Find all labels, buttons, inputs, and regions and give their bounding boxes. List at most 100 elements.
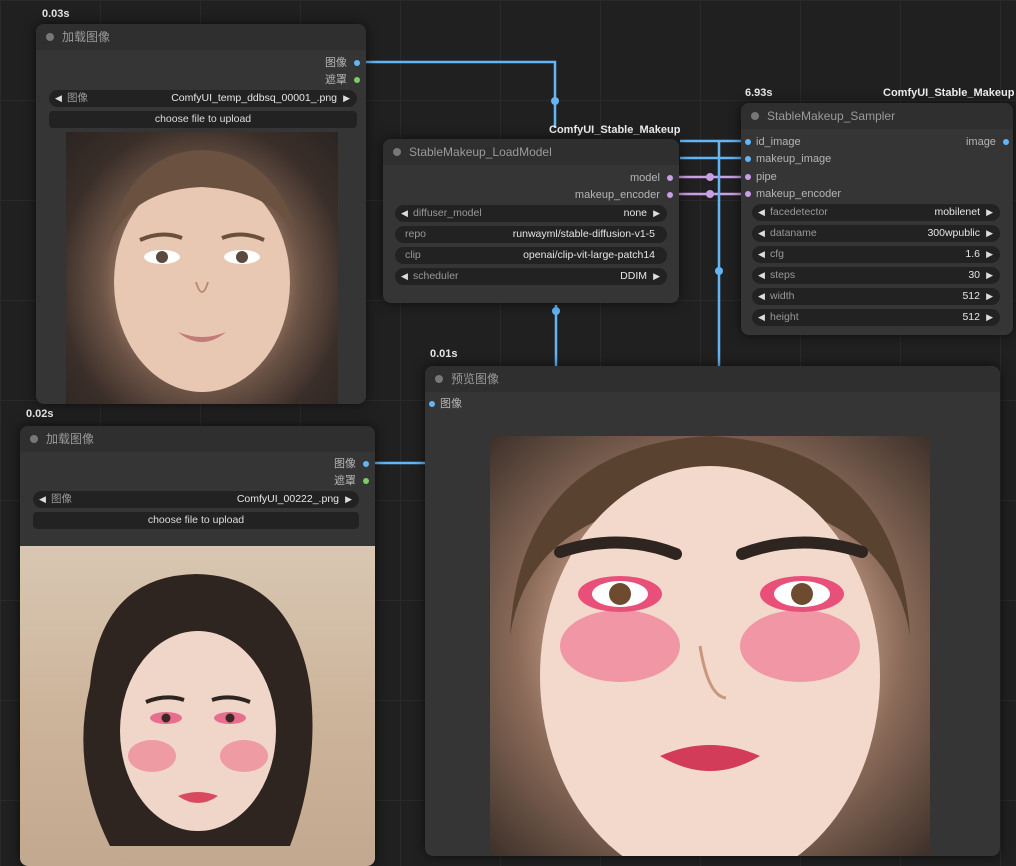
- slot-dot-icon[interactable]: [667, 192, 673, 199]
- width-number-field[interactable]: ◀ width 512 ▶: [752, 288, 1000, 305]
- node-collapse-dot-icon[interactable]: [751, 112, 759, 120]
- arrow-left-icon[interactable]: ◀: [758, 246, 765, 263]
- slot-dot-icon[interactable]: [354, 77, 360, 84]
- output-slot-label: makeup_encoder: [574, 189, 660, 201]
- node-collapse-dot-icon[interactable]: [435, 375, 443, 383]
- upload-button[interactable]: choose file to upload: [49, 111, 357, 128]
- load-image-node-2[interactable]: 加载图像 图像 遮罩 ◀ 图像 ComfyUI_00222_.png ▶ cho…: [20, 426, 375, 866]
- arrow-left-icon[interactable]: ◀: [401, 205, 408, 222]
- widget-label: cfg: [770, 248, 785, 260]
- height-number-field[interactable]: ◀ height 512 ▶: [752, 309, 1000, 326]
- slot-dot-icon[interactable]: [667, 175, 673, 182]
- input-slot-label: id_image: [756, 136, 801, 148]
- output-slot-image[interactable]: 图像: [249, 456, 369, 472]
- output-slot-label: 遮罩: [333, 475, 356, 487]
- scheduler-combo[interactable]: ◀ scheduler DDIM ▶: [395, 268, 667, 285]
- repo-text-field[interactable]: repo runwayml/stable-diffusion-v1-5: [395, 226, 667, 243]
- arrow-right-icon[interactable]: ▶: [653, 205, 660, 222]
- widget-value: 512: [962, 311, 980, 323]
- node-collapse-dot-icon[interactable]: [46, 33, 54, 41]
- input-slot-label: makeup_encoder: [756, 188, 842, 200]
- arrow-right-icon[interactable]: ▶: [986, 204, 993, 221]
- image-preview-girl: [66, 132, 338, 404]
- upload-button[interactable]: choose file to upload: [33, 512, 359, 529]
- slot-dot-icon[interactable]: [429, 401, 435, 408]
- steps-number-field[interactable]: ◀ steps 30 ▶: [752, 267, 1000, 284]
- node-title: StableMakeup_LoadModel: [409, 145, 552, 159]
- widget-value: ComfyUI_temp_ddbsq_00001_.png: [171, 92, 337, 104]
- output-slot-model[interactable]: model: [513, 170, 673, 186]
- input-slot-makeup-encoder[interactable]: makeup_encoder: [745, 186, 841, 202]
- slot-dot-icon[interactable]: [363, 461, 369, 468]
- facedetector-combo[interactable]: ◀ facedetector mobilenet ▶: [752, 204, 1000, 221]
- timing-label-load-image-1: 0.03s: [42, 8, 70, 20]
- arrow-right-icon[interactable]: ▶: [343, 90, 350, 107]
- widget-label: facedetector: [770, 206, 828, 218]
- node-collapse-dot-icon[interactable]: [30, 435, 38, 443]
- slot-dot-icon[interactable]: [1003, 139, 1009, 146]
- load-image-node-1[interactable]: 加载图像 图像 遮罩 ◀ 图像 ComfyUI_temp_ddbsq_00001…: [36, 24, 366, 404]
- arrow-left-icon[interactable]: ◀: [55, 90, 62, 107]
- wire-image1-to-sampler: [362, 60, 557, 128]
- widget-value: 300wpublic: [927, 227, 980, 239]
- arrow-left-icon[interactable]: ◀: [758, 267, 765, 284]
- widget-label: steps: [770, 269, 796, 281]
- widget-value: mobilenet: [934, 206, 980, 218]
- output-slot-label: 图像: [324, 57, 347, 69]
- arrow-left-icon[interactable]: ◀: [758, 225, 765, 242]
- node-title: 加载图像: [62, 30, 111, 44]
- output-slot-mask[interactable]: 遮罩: [249, 473, 369, 489]
- clip-text-field[interactable]: clip openai/clip-vit-large-patch14: [395, 247, 667, 264]
- arrow-left-icon[interactable]: ◀: [39, 491, 46, 508]
- node-collapse-dot-icon[interactable]: [393, 148, 401, 156]
- widget-label: width: [770, 290, 795, 302]
- node-title-bar[interactable]: 加载图像: [36, 24, 366, 50]
- widget-label: 图像: [67, 92, 88, 104]
- arrow-right-icon[interactable]: ▶: [986, 225, 993, 242]
- slot-dot-icon[interactable]: [745, 139, 751, 146]
- arrow-left-icon[interactable]: ◀: [758, 288, 765, 305]
- dataname-combo[interactable]: ◀ dataname 300wpublic ▶: [752, 225, 1000, 242]
- node-title-bar[interactable]: 加载图像: [20, 426, 375, 452]
- output-slot-makeup-encoder[interactable]: makeup_encoder: [513, 187, 673, 203]
- stablemakeup-loadmodel-node[interactable]: StableMakeup_LoadModel model makeup_enco…: [383, 139, 679, 303]
- input-slot-image[interactable]: 图像: [429, 396, 462, 412]
- arrow-right-icon[interactable]: ▶: [986, 267, 993, 284]
- output-slot-image[interactable]: image: [929, 134, 1009, 150]
- widget-value: 512: [962, 290, 980, 302]
- arrow-left-icon[interactable]: ◀: [758, 309, 765, 326]
- slot-dot-icon[interactable]: [363, 478, 369, 485]
- image-file-combo[interactable]: ◀ 图像 ComfyUI_temp_ddbsq_00001_.png ▶: [49, 90, 357, 107]
- input-slot-makeup-image[interactable]: makeup_image: [745, 151, 831, 167]
- arrow-right-icon[interactable]: ▶: [986, 246, 993, 263]
- cfg-number-field[interactable]: ◀ cfg 1.6 ▶: [752, 246, 1000, 263]
- input-slot-pipe[interactable]: pipe: [745, 169, 777, 185]
- slot-dot-icon[interactable]: [745, 174, 751, 181]
- arrow-right-icon[interactable]: ▶: [986, 309, 993, 326]
- face-illustration: [106, 150, 302, 392]
- image-preview-result: [490, 436, 930, 856]
- image-file-combo[interactable]: ◀ 图像 ComfyUI_00222_.png ▶: [33, 491, 359, 508]
- arrow-left-icon[interactable]: ◀: [401, 268, 408, 285]
- arrow-right-icon[interactable]: ▶: [986, 288, 993, 305]
- slot-dot-icon[interactable]: [745, 191, 751, 198]
- arrow-right-icon[interactable]: ▶: [345, 491, 352, 508]
- widget-label: 图像: [51, 493, 72, 505]
- face-illustration: [83, 574, 313, 846]
- arrow-left-icon[interactable]: ◀: [758, 204, 765, 221]
- slot-dot-icon[interactable]: [354, 60, 360, 67]
- diffuser-model-combo[interactable]: ◀ diffuser_model none ▶: [395, 205, 667, 222]
- slot-dot-icon[interactable]: [745, 156, 751, 163]
- node-title-bar[interactable]: 预览图像: [425, 366, 1000, 392]
- node-title-bar[interactable]: StableMakeup_Sampler: [741, 103, 1013, 129]
- stablemakeup-sampler-node[interactable]: StableMakeup_Sampler id_image image make…: [741, 103, 1013, 335]
- widget-value: openai/clip-vit-large-patch14: [523, 249, 655, 261]
- wire-label-load-model: ComfyUI_Stable_Makeup: [549, 124, 681, 136]
- timing-label-sampler: 6.93s: [745, 87, 773, 99]
- arrow-right-icon[interactable]: ▶: [653, 268, 660, 285]
- node-title-bar[interactable]: StableMakeup_LoadModel: [383, 139, 679, 165]
- output-slot-mask[interactable]: 遮罩: [240, 72, 360, 88]
- output-slot-image[interactable]: 图像: [240, 55, 360, 71]
- preview-image-node[interactable]: 预览图像 图像: [425, 366, 1000, 856]
- input-slot-id-image[interactable]: id_image: [745, 134, 801, 150]
